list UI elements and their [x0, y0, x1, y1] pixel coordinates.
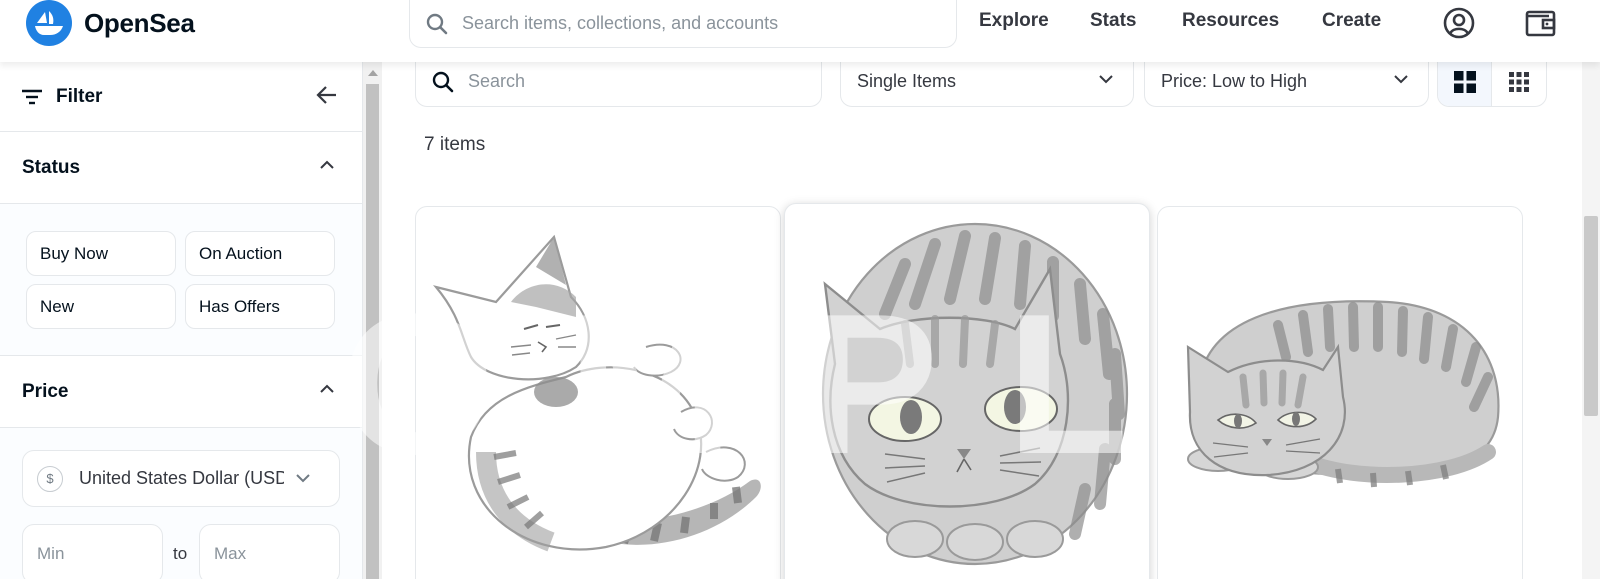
logo-text: OpenSea [84, 7, 195, 38]
status-options: Buy Now On Auction New Has Offers [0, 204, 362, 356]
global-search-bar[interactable] [409, 0, 957, 48]
opensea-ship-icon [26, 0, 72, 46]
price-options: $ United States Dollar (USD) to [0, 428, 362, 579]
account-icon[interactable] [1442, 6, 1476, 40]
item-type-select[interactable]: Single Items [840, 57, 1134, 107]
wallet-icon[interactable] [1524, 6, 1558, 40]
arrow-left-icon[interactable] [316, 84, 338, 106]
item-type-value: Single Items [857, 71, 957, 91]
crouching-tabby-cat-image [1186, 300, 1500, 488]
nft-card[interactable] [1157, 206, 1523, 579]
items-search-input[interactable] [468, 71, 798, 92]
opensea-logo[interactable]: OpenSea [26, 0, 195, 46]
view-toggle [1437, 57, 1547, 107]
status-title: Status [22, 156, 81, 178]
round-tabby-cat-image [821, 222, 1129, 566]
global-search-input[interactable] [462, 13, 922, 34]
status-has-offers-button[interactable]: Has Offers [185, 284, 335, 329]
price-title: Price [22, 380, 69, 402]
search-icon [426, 13, 448, 34]
nav-resources[interactable]: Resources [1182, 10, 1279, 32]
grid-large-icon [1453, 70, 1476, 93]
chevron-up-icon [320, 384, 334, 393]
status-buy-now-button[interactable]: Buy Now [26, 231, 176, 276]
grid-small-icon [1509, 71, 1529, 92]
cat-lying-on-back-image [432, 234, 761, 552]
status-on-auction-button[interactable]: On Auction [185, 231, 335, 276]
price-max-input[interactable] [214, 544, 324, 564]
status-new-button[interactable]: New [26, 284, 176, 329]
main-content: Single Items Price: Low to High [382, 57, 1582, 579]
price-min-input[interactable] [37, 544, 147, 564]
page-scrollbar[interactable] [1582, 62, 1600, 579]
price-max-field[interactable] [199, 524, 340, 579]
page-scroll-thumb[interactable] [1584, 216, 1598, 416]
dollar-icon: $ [37, 465, 63, 492]
chevron-up-icon [320, 160, 334, 169]
sidebar-scroll-thumb[interactable] [366, 84, 379, 579]
price-to-label: to [173, 544, 188, 563]
large-grid-view-button[interactable] [1438, 57, 1493, 106]
items-search-bar[interactable] [415, 57, 822, 107]
top-navbar: OpenSea Explore Stats Resources Create [0, 0, 1600, 62]
sort-select[interactable]: Price: Low to High [1144, 57, 1429, 107]
currency-value: United States Dollar (USD) [79, 468, 284, 488]
filter-icon [22, 89, 42, 104]
filter-label: Filter [56, 85, 103, 107]
chevron-down-icon [1099, 75, 1113, 84]
chevron-down-icon [296, 474, 310, 483]
chevron-down-icon [1394, 75, 1408, 84]
filter-sidebar: Filter Status Buy Now On Auction New Has… [0, 62, 363, 579]
price-min-field[interactable] [22, 524, 163, 579]
item-count: 7 items [424, 134, 486, 155]
sort-value: Price: Low to High [1161, 71, 1308, 91]
nft-card[interactable] [784, 203, 1150, 579]
filter-header[interactable]: Filter [0, 62, 362, 132]
search-icon [432, 71, 454, 92]
nav-stats[interactable]: Stats [1090, 10, 1136, 32]
sidebar-scrollbar[interactable] [363, 62, 382, 579]
small-grid-view-button[interactable] [1492, 57, 1546, 106]
price-section-header[interactable]: Price [0, 356, 362, 428]
scroll-up-arrow[interactable] [368, 70, 378, 76]
nav-create[interactable]: Create [1322, 10, 1381, 32]
nft-card[interactable] [415, 206, 781, 579]
status-section-header[interactable]: Status [0, 132, 362, 204]
nav-explore[interactable]: Explore [979, 10, 1049, 32]
currency-select[interactable]: $ United States Dollar (USD) [22, 450, 340, 507]
